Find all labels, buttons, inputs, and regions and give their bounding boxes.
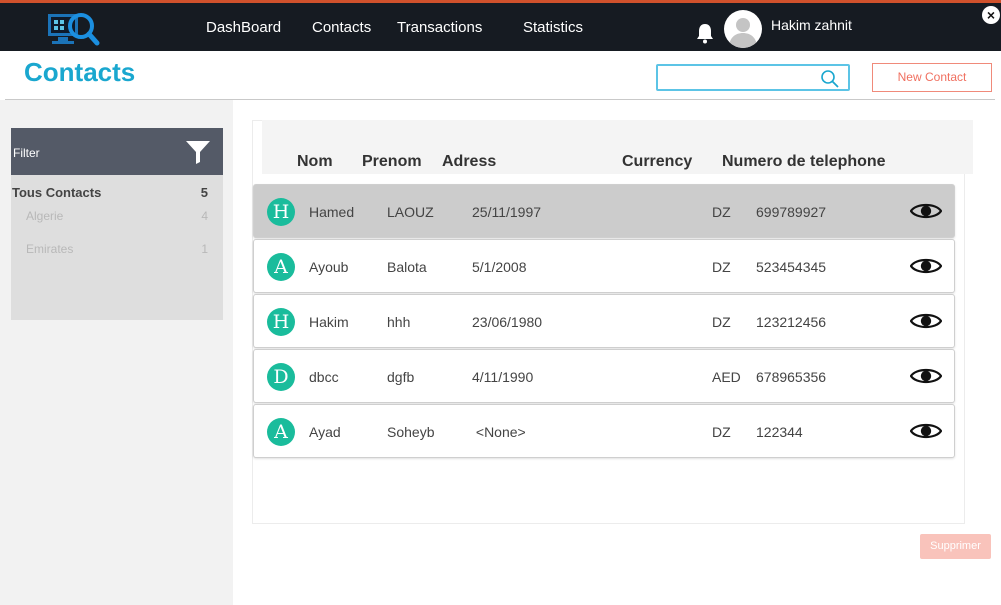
- funnel-icon[interactable]: [185, 139, 211, 165]
- contact-date: 4/11/1990: [472, 369, 534, 385]
- contact-prenom: Soheyb: [387, 424, 435, 440]
- contact-prenom: hhh: [387, 314, 411, 330]
- contact-row[interactable]: A Ayoub Balota 5/1/2008 DZ 523454345: [253, 239, 955, 293]
- contact-currency: DZ: [712, 259, 731, 275]
- nav-contacts[interactable]: Contacts: [312, 19, 371, 36]
- contact-initial-badge: A: [267, 418, 295, 446]
- contact-phone: 123212456: [756, 314, 827, 330]
- filter-item-count: 1: [201, 242, 208, 256]
- close-button[interactable]: ×: [982, 6, 1000, 24]
- filter-item-count: 4: [201, 209, 208, 223]
- user-avatar[interactable]: [724, 10, 762, 48]
- filter-header[interactable]: Filter: [11, 128, 223, 175]
- column-header-nom[interactable]: Nom: [297, 153, 333, 171]
- contact-initial-badge: A: [267, 253, 295, 281]
- delete-button[interactable]: Supprimer: [920, 534, 991, 559]
- contact-row[interactable]: D dbcc dgfb 4/11/1990 AED 678965356: [253, 349, 955, 403]
- contact-date: <None>: [472, 424, 526, 440]
- contact-nom: dbcc: [309, 369, 339, 385]
- contact-nom: Hakim: [309, 314, 349, 330]
- column-header-currency[interactable]: Currency: [622, 153, 692, 171]
- app-logo-icon[interactable]: [46, 10, 100, 48]
- contact-nom: Ayoub: [309, 259, 349, 275]
- user-silhouette-icon: [729, 18, 757, 48]
- contact-initial-badge: H: [267, 198, 295, 226]
- contact-row[interactable]: A Ayad Soheyb <None> DZ 122344: [253, 404, 955, 458]
- contact-currency: DZ: [712, 204, 731, 220]
- contact-initial-badge: D: [267, 363, 295, 391]
- column-header-adress[interactable]: Adress: [442, 153, 496, 171]
- contact-phone: 523454345: [756, 259, 827, 275]
- nav-statistics[interactable]: Statistics: [523, 19, 583, 36]
- top-nav-bar: DashBoard Contacts Transactions Statisti…: [0, 0, 1001, 51]
- contact-date: 25/11/1997: [472, 204, 542, 220]
- contact-prenom: dgfb: [387, 369, 415, 385]
- view-eye-icon[interactable]: [910, 201, 942, 221]
- contact-nom: Ayad: [309, 424, 341, 440]
- filter-item-algerie[interactable]: Algerie 4: [26, 209, 208, 223]
- contact-phone: 699789927: [756, 204, 827, 220]
- filter-all-count: 5: [200, 185, 208, 200]
- view-eye-icon[interactable]: [910, 421, 942, 441]
- search-box[interactable]: [656, 64, 850, 91]
- filter-item-emirates[interactable]: Emirates 1: [26, 242, 208, 256]
- contact-row[interactable]: H Hamed LAOUZ 25/11/1997 DZ 699789927: [253, 184, 955, 238]
- contact-phone: 678965356: [756, 369, 827, 385]
- user-name[interactable]: Hakim zahnit: [771, 17, 852, 33]
- contact-currency: AED: [712, 369, 741, 385]
- contact-currency: DZ: [712, 314, 731, 330]
- new-contact-button[interactable]: New Contact: [872, 63, 992, 92]
- contact-initial-badge: H: [267, 308, 295, 336]
- filter-all-contacts[interactable]: Tous Contacts 5: [12, 185, 208, 200]
- view-eye-icon[interactable]: [910, 366, 942, 386]
- column-header-prenom[interactable]: Prenom: [362, 153, 422, 171]
- contact-row[interactable]: H Hakim hhh 23/06/1980 DZ 123212456: [253, 294, 955, 348]
- contact-date: 23/06/1980: [472, 314, 543, 330]
- notification-bell-icon[interactable]: [695, 22, 715, 44]
- view-eye-icon[interactable]: [910, 256, 942, 276]
- filter-item-label: Emirates: [26, 242, 74, 256]
- top-accent-line: [0, 0, 1001, 3]
- nav-dashboard[interactable]: DashBoard: [206, 19, 281, 36]
- contact-currency: DZ: [712, 424, 731, 440]
- filter-item-label: Algerie: [26, 209, 64, 223]
- filter-all-label: Tous Contacts: [12, 185, 102, 200]
- contact-date: 5/1/2008: [472, 259, 527, 275]
- column-header-phone[interactable]: Numero de telephone: [722, 153, 886, 171]
- nav-transactions[interactable]: Transactions: [397, 19, 482, 36]
- search-icon[interactable]: [820, 69, 840, 89]
- page-title: Contacts: [24, 57, 136, 87]
- filter-label: Filter: [13, 146, 40, 160]
- contact-nom: Hamed: [309, 204, 355, 220]
- contact-prenom: Balota: [387, 259, 427, 275]
- contact-prenom: LAOUZ: [387, 204, 434, 220]
- view-eye-icon[interactable]: [910, 311, 942, 331]
- search-input[interactable]: [662, 68, 821, 88]
- contact-phone: 122344: [756, 424, 803, 440]
